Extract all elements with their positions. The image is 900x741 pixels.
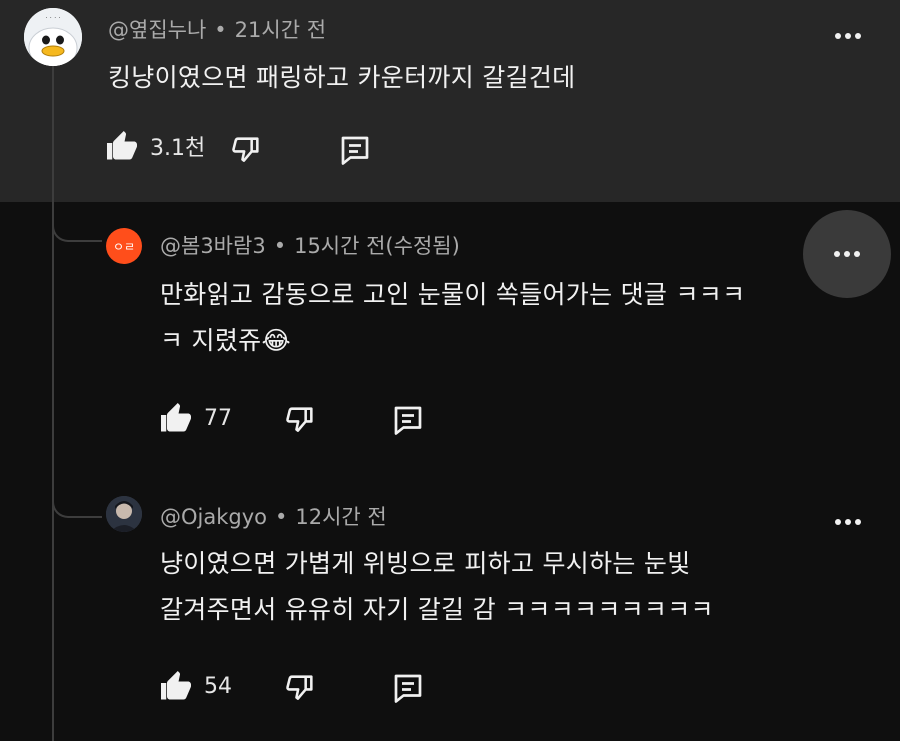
- comment-meta: @봄3바람3 • 15시간 전(수정됨): [160, 230, 460, 260]
- dislike-button[interactable]: [280, 668, 320, 708]
- duck-avatar-icon: · · · ·: [24, 8, 82, 66]
- comments-panel: · · · · @옆집누나 • 21시간 전 킹냥이였으면 패링하고 카운터까지 갈…: [0, 0, 900, 741]
- svg-text:· · · ·: · · · ·: [45, 14, 61, 22]
- comment-meta: @Ojakgyo • 12시간 전: [160, 501, 387, 531]
- author-name[interactable]: @Ojakgyo: [160, 505, 267, 529]
- more-options-button[interactable]: [828, 16, 868, 56]
- like-button[interactable]: 3.1천: [104, 128, 205, 164]
- thread-line: [52, 64, 54, 741]
- person-avatar-icon: [106, 496, 142, 532]
- like-button[interactable]: 54: [158, 668, 232, 704]
- like-button[interactable]: 77: [158, 400, 232, 436]
- more-options-button[interactable]: [803, 210, 891, 298]
- author-avatar[interactable]: ㅇㄹ: [106, 228, 142, 264]
- meta-separator: •: [273, 234, 287, 258]
- comment-text: 만화읽고 감동으로 고인 눈물이 쏙들어가는 댓글 ㅋㅋㅋ ㅋ 지렸쥬😂: [160, 272, 745, 364]
- comment-line: ㅋ 지렸쥬😂: [160, 326, 291, 355]
- like-count: 54: [204, 673, 232, 699]
- thumbs-down-icon: [286, 407, 313, 432]
- thumbs-down-icon: [286, 675, 313, 700]
- more-vert-icon: [835, 33, 861, 39]
- like-count: 77: [204, 405, 232, 431]
- comment-time[interactable]: 12시간 전: [295, 505, 386, 529]
- thumbs-up-icon: [161, 671, 191, 700]
- thumbs-up-icon: [161, 403, 191, 432]
- comment-line: 냥이였으면 가볍게 위빙으로 피하고 무시하는 눈빛: [160, 549, 691, 578]
- reply-button[interactable]: [335, 130, 375, 170]
- dislike-button[interactable]: [280, 400, 320, 440]
- reply-connector: [52, 472, 102, 518]
- comment-line: 킹냥이였으면 패링하고 카운터까지 갈길건데: [108, 63, 576, 92]
- more-vert-icon: [834, 251, 860, 257]
- comment-reply-icon: [394, 406, 422, 435]
- comment-text: 킹냥이였으면 패링하고 카운터까지 갈길건데: [108, 55, 575, 101]
- more-options-button[interactable]: [828, 502, 868, 542]
- like-count: 3.1천: [150, 136, 206, 161]
- meta-separator: •: [214, 18, 227, 42]
- author-name[interactable]: @봄3바람3: [160, 234, 266, 258]
- reply-connector: [52, 196, 102, 242]
- thumbs-up-icon: [107, 131, 137, 160]
- meta-separator: •: [275, 505, 288, 529]
- author-avatar[interactable]: · · · ·: [24, 8, 82, 66]
- avatar-initials: ㅇㄹ: [112, 239, 136, 254]
- thumbs-down-icon: [232, 137, 259, 162]
- comment-meta: @옆집누나 • 21시간 전: [108, 14, 326, 44]
- comment-line: 만화읽고 감동으로 고인 눈물이 쏙들어가는 댓글 ㅋㅋㅋ: [160, 280, 746, 309]
- author-name[interactable]: @옆집누나: [108, 18, 206, 42]
- comment-text: 냥이였으면 가볍게 위빙으로 피하고 무시하는 눈빛 갈겨주면서 유유히 자기 …: [160, 541, 714, 633]
- more-vert-icon: [835, 519, 861, 525]
- reply-button[interactable]: [388, 400, 428, 440]
- comment-time[interactable]: 15시간 전(수정됨): [294, 234, 460, 258]
- comment-reply-icon: [394, 674, 422, 703]
- dislike-button[interactable]: [226, 130, 266, 170]
- comment-time[interactable]: 21시간 전: [235, 18, 326, 42]
- comment-reply-icon: [341, 136, 369, 165]
- reply-button[interactable]: [388, 668, 428, 708]
- comment-line: 갈겨주면서 유유히 자기 갈길 감 ㅋㅋㅋㅋㅋㅋㅋㅋㅋ: [160, 595, 714, 624]
- author-avatar[interactable]: [106, 496, 142, 532]
